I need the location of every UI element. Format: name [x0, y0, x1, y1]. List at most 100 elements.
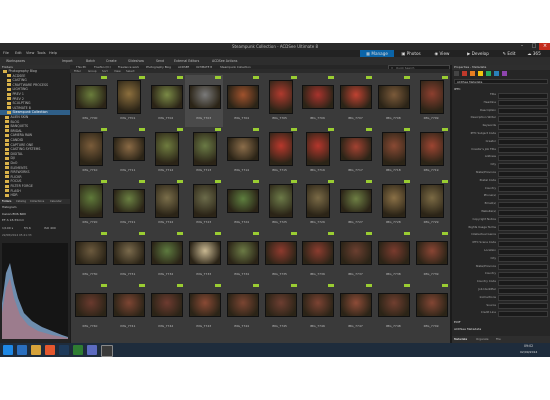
photo-thumbnail[interactable] [188, 85, 221, 109]
photo-thumbnail[interactable] [340, 85, 373, 109]
thumbnail-cell[interactable]: IMG_7727 [336, 179, 374, 231]
metadata-field-input[interactable] [498, 154, 548, 162]
photo-thumbnail[interactable] [340, 293, 373, 317]
toolbar-import[interactable]: Import [62, 57, 73, 65]
metadata-preset-select[interactable]: ACDSee Metadata [454, 79, 548, 84]
tab-collections[interactable]: Collections [30, 199, 44, 204]
photo-thumbnail[interactable] [378, 293, 411, 317]
photo-thumbnail[interactable] [302, 293, 335, 317]
thumbnail-cell[interactable]: IMG_7736 [298, 231, 336, 283]
menu-tools[interactable]: Tools [37, 50, 46, 57]
metadata-field-input[interactable] [498, 217, 548, 224]
metadata-field-input[interactable] [498, 147, 548, 154]
thumbnail-cell[interactable]: IMG_7714 [223, 127, 261, 179]
thumbnail-cell[interactable]: IMG_7713 [185, 127, 223, 179]
photo-thumbnail[interactable] [268, 80, 293, 114]
start-icon[interactable] [3, 345, 13, 355]
tab-folders[interactable]: Folders [2, 199, 11, 204]
photo-thumbnail[interactable] [306, 184, 331, 218]
thumbnail-cell[interactable]: IMG_7719 [412, 127, 450, 179]
photo-thumbnail[interactable] [226, 137, 259, 161]
section-acdsee-metadata[interactable]: ACDSee Metadata [454, 327, 481, 331]
menu-help[interactable]: Help [49, 50, 57, 57]
photo-thumbnail[interactable] [416, 241, 449, 265]
acdsee-icon[interactable] [101, 345, 113, 357]
metadata-field-input[interactable] [498, 303, 548, 310]
thumbnail-cell[interactable]: IMG_7745 [261, 283, 299, 335]
metadata-field-input[interactable] [498, 123, 548, 130]
metadata-field-input[interactable] [498, 232, 548, 240]
metadata-field-input[interactable] [498, 240, 548, 247]
metadata-field-input[interactable] [498, 100, 548, 107]
thumbnail-cell[interactable]: IMG_7742 [147, 283, 185, 335]
thumbnail-cell[interactable]: IMG_7728 [374, 179, 412, 231]
photo-thumbnail[interactable] [226, 241, 259, 265]
photo-thumbnail[interactable] [112, 137, 145, 161]
app-icon[interactable] [87, 345, 97, 355]
thumbnail-cell[interactable]: IMG_7747 [336, 283, 374, 335]
thumbnail-cell[interactable]: IMG_7707 [336, 75, 374, 127]
toolbar-slideshow[interactable]: Slideshow [128, 57, 144, 65]
tab-organize[interactable]: Organize [476, 336, 489, 343]
thumbnail-cell[interactable]: IMG_7741 [109, 283, 147, 335]
photo-thumbnail[interactable] [340, 137, 373, 161]
photo-thumbnail[interactable] [226, 189, 259, 213]
photo-thumbnail[interactable] [75, 85, 107, 109]
tab-file[interactable]: File [496, 336, 501, 343]
photo-thumbnail[interactable] [378, 85, 411, 109]
photo-thumbnail[interactable] [420, 132, 445, 166]
menu-edit[interactable]: Edit [15, 50, 22, 57]
photo-thumbnail[interactable] [302, 241, 335, 265]
menu-file[interactable]: File [3, 50, 9, 57]
thumbnail-cell[interactable]: IMG_7734 [223, 231, 261, 283]
photo-thumbnail[interactable] [382, 184, 407, 218]
thumbnail-cell[interactable]: IMG_7700 [71, 75, 109, 127]
thumbnail-cell[interactable]: IMG_7709 [412, 75, 450, 127]
photo-thumbnail[interactable] [112, 189, 145, 213]
tab-manage[interactable]: ▦ Manage [360, 50, 394, 57]
photo-thumbnail[interactable] [112, 241, 145, 265]
thumbnail-cell[interactable]: IMG_7718 [374, 127, 412, 179]
thumbnail-cell[interactable]: IMG_7726 [298, 179, 336, 231]
photo-thumbnail[interactable] [79, 184, 103, 218]
toolbar-acdsee-actions[interactable]: ACDSee Actions [212, 57, 237, 65]
metadata-field-input[interactable] [498, 92, 548, 99]
toolbar-external-editors[interactable]: External Editors [174, 57, 199, 65]
photo-thumbnail[interactable] [340, 189, 373, 213]
photo-thumbnail[interactable] [188, 293, 221, 317]
thumbnail-cell[interactable]: IMG_7716 [298, 127, 336, 179]
thumbnail-cell[interactable]: IMG_7706 [298, 75, 336, 127]
thumbnail-cell[interactable]: IMG_7737 [336, 231, 374, 283]
photo-thumbnail[interactable] [150, 293, 183, 317]
app-icon[interactable] [73, 345, 83, 355]
thumbnail-cell[interactable]: IMG_7720 [71, 179, 109, 231]
thumbnail-cell[interactable]: IMG_7710 [71, 127, 109, 179]
photo-thumbnail[interactable] [192, 132, 217, 166]
photo-thumbnail[interactable] [226, 293, 259, 317]
metadata-field-input[interactable] [498, 264, 548, 271]
color-label-icon[interactable] [494, 71, 499, 76]
photo-thumbnail[interactable] [340, 241, 373, 265]
rating-icon[interactable] [454, 71, 459, 76]
photo-thumbnail[interactable] [382, 132, 407, 166]
metadata-field-input[interactable] [498, 295, 548, 302]
photo-thumbnail[interactable] [306, 132, 331, 166]
color-label-icon[interactable] [486, 71, 491, 76]
thumbnail-cell[interactable]: IMG_7732 [147, 231, 185, 283]
explorer-icon[interactable] [31, 345, 41, 355]
metadata-field-input[interactable] [498, 131, 548, 138]
photo-thumbnail[interactable] [116, 80, 141, 114]
thumbnail-cell[interactable]: IMG_7715 [261, 127, 299, 179]
thumbnail-cell[interactable]: IMG_7704 [223, 75, 261, 127]
thumbnail-cell[interactable]: IMG_7730 [71, 231, 109, 283]
color-label-icon[interactable] [502, 71, 507, 76]
metadata-field-input[interactable] [498, 186, 548, 193]
metadata-field-input[interactable] [498, 256, 548, 263]
thumbnail-cell[interactable]: IMG_7744 [223, 283, 261, 335]
toolbar-create[interactable]: Create [106, 57, 117, 65]
photo-thumbnail[interactable] [150, 241, 183, 265]
thumbnail-cell[interactable]: IMG_7739 [412, 231, 450, 283]
tab-view[interactable]: ◉ View [428, 50, 456, 57]
photo-thumbnail[interactable] [302, 85, 335, 109]
photo-thumbnail[interactable] [264, 293, 297, 317]
